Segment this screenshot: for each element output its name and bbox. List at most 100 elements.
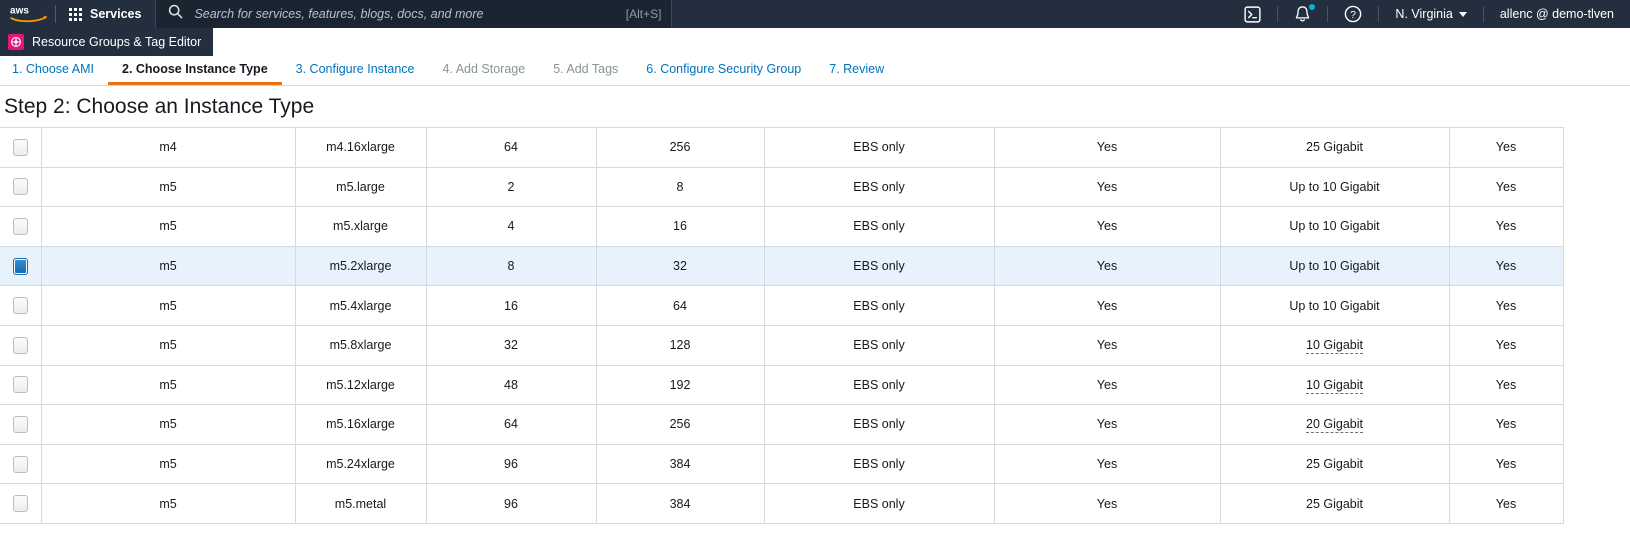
- cell-ebs-optimized: Yes: [993, 404, 1221, 445]
- instance-type-table: m4 m4.16xlarge 64 256 EBS only Yes 25 Gigabit Y…: [0, 127, 1564, 524]
- cell-instance-storage: EBS only: [763, 443, 995, 485]
- cell-vcpus: 96: [425, 483, 597, 524]
- top-navigation-bar: aws Services [Alt+S]: [0, 0, 1630, 28]
- cell-instance-storage: EBS only: [763, 364, 995, 406]
- row-select-checkbox[interactable]: [12, 415, 28, 433]
- cell-network-performance: Up to 10 Gigabit: [1219, 285, 1450, 326]
- table-row[interactable]: m5 m5.8xlarge 32 128 EBS only Yes 10 Gigabit Ye…: [0, 324, 1564, 366]
- search-icon: [168, 4, 183, 24]
- table-row[interactable]: m4 m4.16xlarge 64 256 EBS only Yes 25 Gigabit Y…: [0, 127, 1564, 168]
- wizard-step-1-choose-ami[interactable]: 1. Choose AMI: [8, 56, 108, 85]
- instance-type-table-container[interactable]: m4 m4.16xlarge 64 256 EBS only Yes 25 Gigabit Y…: [0, 127, 1630, 524]
- cell-network-performance: 25 Gigabit: [1219, 483, 1450, 524]
- wizard-step-tabs: 1. Choose AMI 2. Choose Instance Type 3.…: [0, 56, 1630, 86]
- cell-vcpus: 48: [425, 364, 597, 406]
- row-select-checkbox[interactable]: [12, 336, 28, 354]
- cell-instance-type: m5.16xlarge: [294, 404, 427, 445]
- cell-memory: 256: [595, 127, 765, 168]
- row-select-checkbox[interactable]: [12, 178, 28, 196]
- help-button[interactable]: ?: [1328, 0, 1378, 28]
- row-select-checkbox[interactable]: [12, 257, 28, 275]
- cell-instance-storage: EBS only: [763, 245, 995, 287]
- cell-instance-storage: EBS only: [763, 324, 995, 366]
- row-select-cell[interactable]: [0, 324, 42, 366]
- cell-family: m5: [40, 483, 296, 524]
- cell-memory: 384: [595, 483, 765, 524]
- cell-family: m5: [40, 404, 296, 445]
- row-select-cell[interactable]: [0, 483, 42, 524]
- svg-text:aws: aws: [10, 5, 29, 16]
- table-row[interactable]: m5 m5.2xlarge 8 32 EBS only Yes Up to 10 Gigab…: [0, 245, 1564, 287]
- wizard-step-3-configure-instance[interactable]: 3. Configure Instance: [282, 56, 429, 85]
- account-menu-button[interactable]: allenc @ demo-tlven: [1484, 0, 1630, 28]
- resource-groups-label: Resource Groups & Tag Editor: [32, 35, 202, 49]
- table-row[interactable]: m5 m5.24xlarge 96 384 EBS only Yes 25 Gigabit Y…: [0, 443, 1564, 485]
- cell-network-performance: 20 Gigabit: [1219, 404, 1450, 445]
- cell-network-performance: 25 Gigabit: [1219, 127, 1450, 168]
- row-select-checkbox[interactable]: [12, 297, 28, 315]
- table-row[interactable]: m5 m5.metal 96 384 EBS only Yes 25 Gigabit Yes: [0, 483, 1564, 524]
- table-row[interactable]: m5 m5.4xlarge 16 64 EBS only Yes Up to 10 Giga…: [0, 285, 1564, 326]
- wizard-step-4-add-storage[interactable]: 4. Add Storage: [428, 56, 539, 85]
- cell-ipv6-support: Yes: [1448, 324, 1564, 366]
- cell-family: m5: [40, 166, 296, 208]
- cell-family: m5: [40, 245, 296, 287]
- cell-instance-type: m5.xlarge: [294, 206, 427, 247]
- region-label: N. Virginia: [1395, 7, 1453, 21]
- row-select-cell[interactable]: [0, 364, 42, 406]
- table-row[interactable]: m5 m5.12xlarge 48 192 EBS only Yes 10 Gigabit Y…: [0, 364, 1564, 406]
- search-shortcut-hint: [Alt+S]: [625, 7, 662, 21]
- cell-network-performance: 10 Gigabit: [1219, 324, 1450, 366]
- cell-ebs-optimized: Yes: [993, 127, 1221, 168]
- network-performance-tooltip-text[interactable]: 20 Gigabit: [1306, 417, 1363, 434]
- global-search-bar[interactable]: [Alt+S]: [155, 0, 673, 28]
- cell-memory: 32: [595, 245, 765, 287]
- cell-memory: 64: [595, 285, 765, 326]
- cell-family: m5: [40, 443, 296, 485]
- cell-vcpus: 96: [425, 443, 597, 485]
- aws-logo[interactable]: aws: [0, 0, 55, 28]
- cell-memory: 16: [595, 206, 765, 247]
- row-select-cell[interactable]: [0, 206, 42, 247]
- row-select-checkbox[interactable]: [12, 455, 28, 473]
- cell-vcpus: 16: [425, 285, 597, 326]
- row-select-checkbox[interactable]: [12, 495, 28, 513]
- row-select-cell[interactable]: [0, 285, 42, 326]
- cloudshell-button[interactable]: [1228, 0, 1277, 28]
- row-select-checkbox[interactable]: [12, 138, 28, 156]
- chevron-down-icon: [1458, 11, 1467, 17]
- aws-logo-icon: aws: [10, 5, 47, 23]
- resource-groups-tab[interactable]: Resource Groups & Tag Editor: [0, 28, 214, 56]
- table-row[interactable]: m5 m5.large 2 8 EBS only Yes Up to 10 Gigabit Y…: [0, 166, 1564, 208]
- wizard-step-7-review[interactable]: 7. Review: [815, 56, 898, 85]
- notifications-button[interactable]: [1278, 0, 1327, 28]
- cell-ipv6-support: Yes: [1448, 206, 1564, 247]
- resource-groups-icon: [8, 34, 24, 50]
- cell-ebs-optimized: Yes: [993, 483, 1221, 524]
- cell-family: m4: [40, 127, 296, 168]
- row-select-cell[interactable]: [0, 166, 42, 208]
- row-select-checkbox[interactable]: [12, 376, 28, 394]
- cell-memory: 128: [595, 324, 765, 366]
- cell-ebs-optimized: Yes: [993, 443, 1221, 485]
- network-performance-tooltip-text[interactable]: 10 Gigabit: [1306, 377, 1363, 394]
- table-row[interactable]: m5 m5.16xlarge 64 256 EBS only Yes 20 Gigabit Y…: [0, 404, 1564, 445]
- cell-ebs-optimized: Yes: [993, 166, 1221, 208]
- row-select-checkbox[interactable]: [12, 217, 28, 235]
- region-selector-button[interactable]: N. Virginia: [1379, 0, 1482, 28]
- cell-vcpus: 32: [425, 324, 597, 366]
- row-select-cell[interactable]: [0, 404, 42, 445]
- wizard-step-6-configure-security-group[interactable]: 6. Configure Security Group: [632, 56, 815, 85]
- row-select-cell[interactable]: [0, 443, 42, 485]
- services-menu-button[interactable]: Services: [56, 0, 155, 28]
- search-input[interactable]: [192, 6, 617, 22]
- cell-instance-storage: EBS only: [763, 206, 995, 247]
- row-select-cell[interactable]: [0, 127, 42, 168]
- wizard-step-2-choose-instance-type[interactable]: 2. Choose Instance Type: [108, 56, 282, 85]
- network-performance-tooltip-text[interactable]: 10 Gigabit: [1306, 338, 1363, 355]
- wizard-step-5-add-tags[interactable]: 5. Add Tags: [539, 56, 632, 85]
- cell-ipv6-support: Yes: [1448, 285, 1564, 326]
- row-select-cell[interactable]: [0, 245, 42, 287]
- table-row[interactable]: m5 m5.xlarge 4 16 EBS only Yes Up to 10 Gigabi…: [0, 206, 1564, 247]
- cell-family: m5: [40, 206, 296, 247]
